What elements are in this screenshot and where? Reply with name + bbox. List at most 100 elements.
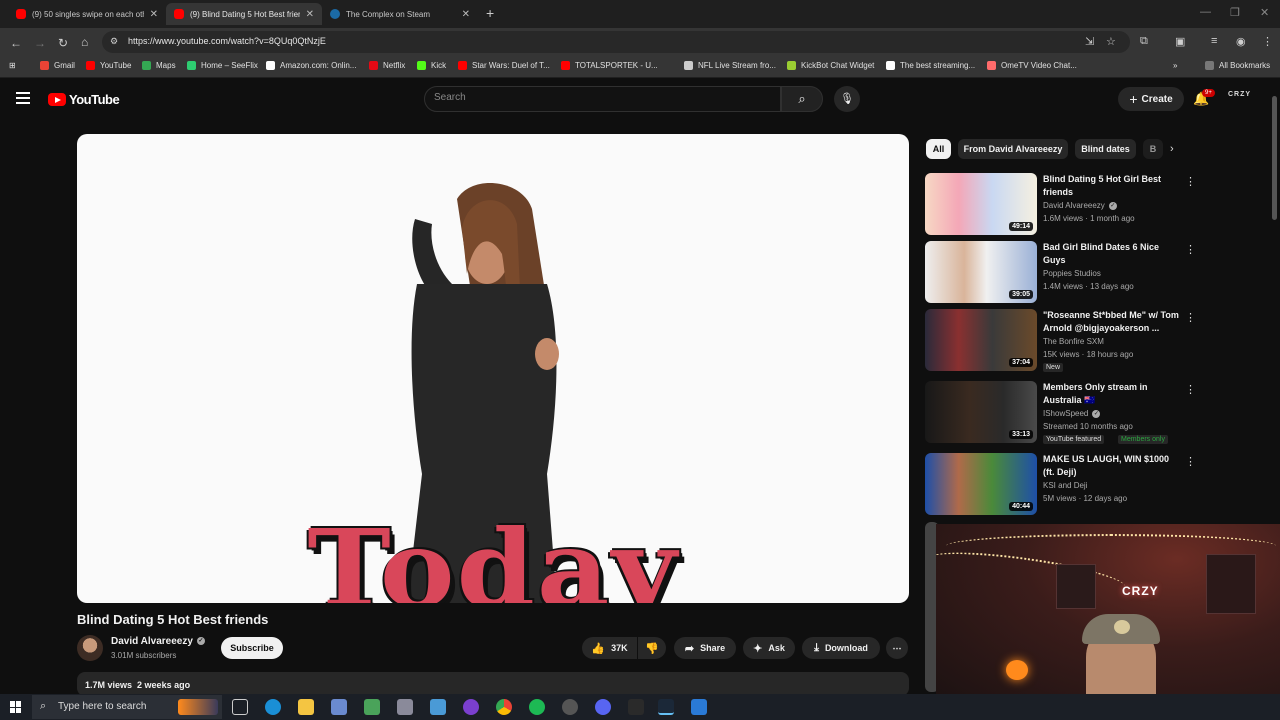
account-avatar[interactable]: CRZY: [1228, 91, 1251, 98]
back-icon[interactable]: ←: [10, 36, 22, 50]
app-icon[interactable]: [463, 699, 479, 715]
bookmark-kick[interactable]: Kick: [417, 61, 446, 70]
subscribe-button[interactable]: Subscribe: [221, 637, 283, 659]
bookmark-totalsportek[interactable]: TOTALSPORTEK - U...: [561, 61, 658, 70]
more-vert-icon[interactable]: ⋮: [1185, 455, 1196, 468]
calculator-icon[interactable]: [364, 699, 380, 715]
app-icon[interactable]: [331, 699, 347, 715]
recommendation-title[interactable]: MAKE US LAUGH, WIN $1000 (ft. Deji): [1043, 453, 1181, 479]
video-thumbnail[interactable]: 49:14: [925, 173, 1037, 235]
bookmark-nfl[interactable]: NFL Live Stream fro...: [684, 61, 776, 70]
scrollbar[interactable]: [1272, 96, 1277, 220]
more-vert-icon[interactable]: ⋮: [1185, 383, 1196, 396]
extensions-icon[interactable]: ⧉: [1140, 35, 1148, 48]
recommendation-title[interactable]: Bad Girl Blind Dates 6 Nice Guys: [1043, 241, 1181, 267]
channel-name[interactable]: David Alvareeezy ✓: [111, 636, 205, 647]
chip-blind-dates[interactable]: Blind dates: [1075, 139, 1136, 159]
spotify-icon[interactable]: [529, 699, 545, 715]
microphone-icon[interactable]: 🎙: [834, 86, 860, 112]
bookmark-amazon[interactable]: Amazon.com: Onlin...: [266, 61, 356, 70]
video-thumbnail[interactable]: 33:13: [925, 381, 1037, 443]
bookmark-star-icon[interactable]: ☆: [1106, 35, 1116, 48]
search-box[interactable]: [424, 86, 781, 112]
recommendation-item[interactable]: 37:04 "Roseanne St*bbed Me" w/ Tom Arnol…: [925, 309, 1196, 372]
browser-tab-1[interactable]: (9) 50 singles swipe on each oth ✕: [8, 3, 166, 25]
like-button[interactable]: 👍 37K: [582, 637, 637, 659]
home-icon[interactable]: ⌂: [81, 35, 88, 49]
chevron-right-icon[interactable]: ›: [1170, 143, 1174, 155]
bookmark-kickbot[interactable]: KickBot Chat Widget: [787, 61, 874, 70]
browser-tab-2[interactable]: (9) Blind Dating 5 Hot Best frien ✕: [166, 3, 322, 25]
video-player[interactable]: Today: [77, 134, 909, 603]
file-explorer-icon[interactable]: [298, 699, 314, 715]
edge-icon[interactable]: [265, 699, 281, 715]
channel-avatar[interactable]: [77, 635, 103, 661]
app-icon[interactable]: [691, 699, 707, 715]
chip-more[interactable]: B: [1143, 139, 1163, 159]
site-info-icon[interactable]: ⚙: [110, 36, 118, 47]
close-icon[interactable]: ✕: [306, 9, 314, 20]
create-button[interactable]: + Create: [1118, 87, 1184, 111]
app-icon[interactable]: [397, 699, 413, 715]
maximize-icon[interactable]: ❐: [1230, 6, 1240, 19]
url-text[interactable]: https://www.youtube.com/watch?v=8QUq0QtN…: [128, 36, 326, 46]
recommendation-channel[interactable]: KSI and Deji: [1043, 481, 1087, 490]
chip-from-channel[interactable]: From David Alvareeezy: [958, 139, 1068, 159]
reload-icon[interactable]: ↻: [58, 36, 68, 50]
chip-all[interactable]: All: [926, 139, 951, 159]
download-button[interactable]: ⤓ Download: [802, 637, 880, 659]
app-icon[interactable]: [562, 699, 578, 715]
bookmark-streaming[interactable]: The best streaming...: [886, 61, 975, 70]
recommendation-item[interactable]: 40:44 MAKE US LAUGH, WIN $1000 (ft. Deji…: [925, 453, 1196, 515]
recommendation-title[interactable]: "Roseanne St*bbed Me" w/ Tom Arnold @big…: [1043, 309, 1181, 335]
more-vert-icon[interactable]: ⋮: [1185, 175, 1196, 188]
bookmark-starwars[interactable]: Star Wars: Duel of T...: [458, 61, 550, 70]
bookmark-ometv[interactable]: OmeTV Video Chat...: [987, 61, 1077, 70]
obs-icon[interactable]: [628, 699, 644, 715]
apps-icon[interactable]: ⊞: [9, 61, 16, 70]
profile-icon[interactable]: ◉: [1236, 35, 1246, 48]
bookmark-gmail[interactable]: Gmail: [40, 61, 75, 70]
browser-tab-3[interactable]: The Complex on Steam ✕: [322, 3, 478, 25]
recommendation-title[interactable]: Blind Dating 5 Hot Girl Best friends: [1043, 173, 1181, 199]
discord-icon[interactable]: [595, 699, 611, 715]
task-view-icon[interactable]: [232, 699, 248, 715]
recommendation-channel[interactable]: IShowSpeed ✓: [1043, 409, 1101, 418]
bookmark-maps[interactable]: Maps: [142, 61, 176, 70]
recommendation-channel[interactable]: David Alvareeezy ✓: [1043, 201, 1117, 210]
minimize-icon[interactable]: —: [1200, 6, 1211, 18]
more-actions-icon[interactable]: ⋯: [886, 637, 908, 659]
chrome-icon[interactable]: [496, 699, 512, 715]
more-vert-icon[interactable]: ⋮: [1185, 243, 1196, 256]
recommendation-channel[interactable]: The Bonfire SXM: [1043, 337, 1104, 346]
more-vert-icon[interactable]: ⋮: [1185, 311, 1196, 324]
youtube-logo[interactable]: YouTube: [48, 92, 120, 107]
search-icon[interactable]: ⌕: [781, 86, 823, 112]
bookmark-seeflix[interactable]: Home – SeeFlix: [187, 61, 258, 70]
recommendation-title[interactable]: Members Only stream in Australia 🇦🇺: [1043, 381, 1181, 407]
media-icon[interactable]: ≡: [1211, 35, 1217, 47]
close-icon[interactable]: ✕: [150, 9, 158, 20]
search-input[interactable]: Search: [434, 92, 466, 103]
description-box[interactable]: [77, 672, 909, 696]
recommendation-item[interactable]: 39:05 Bad Girl Blind Dates 6 Nice Guys P…: [925, 241, 1196, 303]
app-icon[interactable]: [430, 699, 446, 715]
recommendation-item[interactable]: 33:13 Members Only stream in Australia 🇦…: [925, 381, 1196, 444]
install-icon[interactable]: ⇲: [1085, 35, 1094, 48]
ask-button[interactable]: ✦ Ask: [743, 637, 795, 659]
hamburger-menu-icon[interactable]: [16, 92, 30, 104]
steam-icon[interactable]: [658, 699, 674, 715]
bookmark-netflix[interactable]: Netflix: [369, 61, 405, 70]
bookmark-youtube[interactable]: YouTube: [86, 61, 131, 70]
dislike-button[interactable]: 👎: [638, 637, 666, 659]
recommendation-channel[interactable]: Poppies Studios: [1043, 269, 1101, 278]
windows-start-icon[interactable]: [10, 701, 22, 713]
chevron-right-icon[interactable]: »: [1173, 61, 1177, 70]
all-bookmarks[interactable]: All Bookmarks: [1205, 61, 1270, 70]
new-tab-icon[interactable]: +: [486, 5, 494, 21]
share-button[interactable]: ➦ Share: [674, 637, 736, 659]
forward-icon[interactable]: →: [34, 36, 46, 50]
menu-icon[interactable]: ⋮: [1262, 35, 1273, 48]
close-icon[interactable]: ✕: [462, 9, 470, 20]
sidepanel-icon[interactable]: ▣: [1175, 35, 1185, 48]
